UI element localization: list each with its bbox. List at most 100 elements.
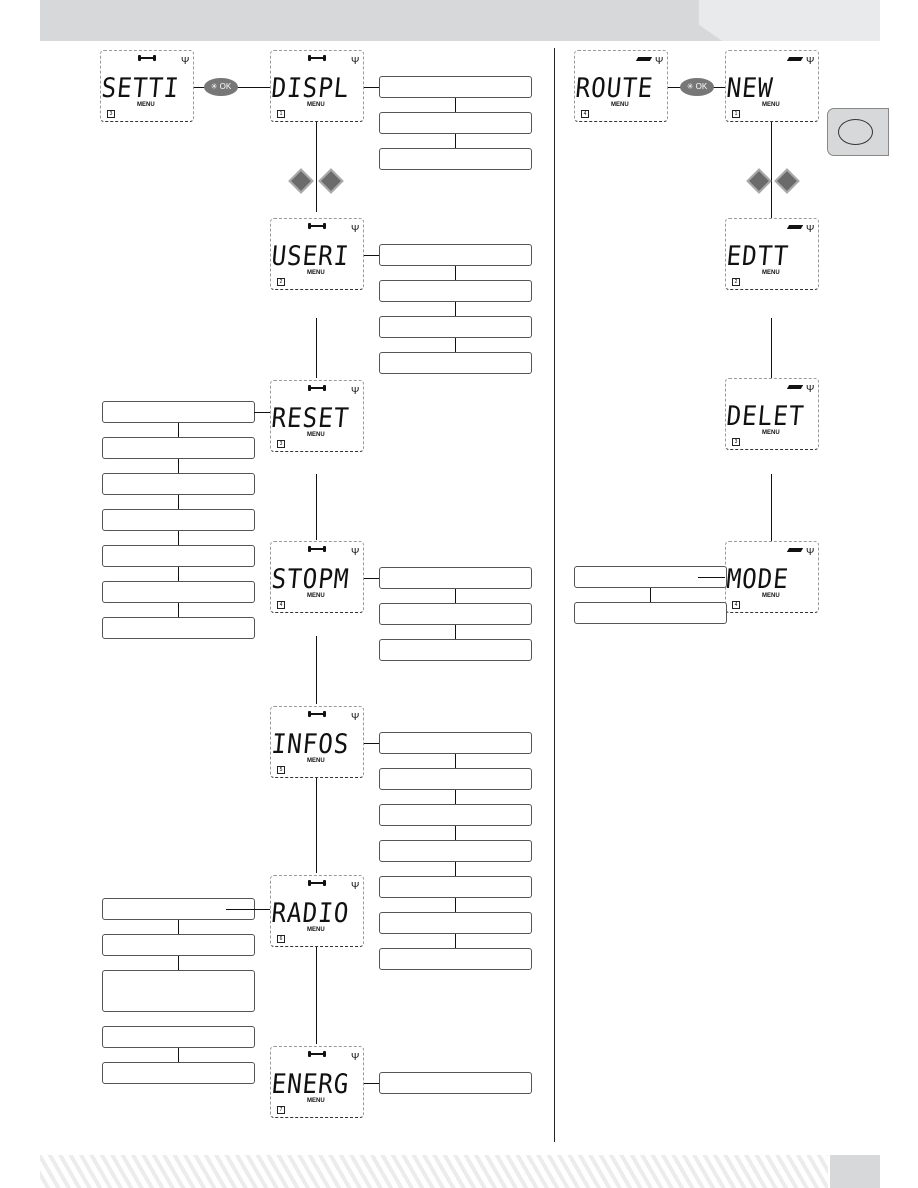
menu-option-box[interactable] — [379, 567, 532, 589]
lcd-menu-label: MENU — [307, 102, 325, 108]
lcd-menu-label: MENU — [762, 102, 780, 108]
signal-antenna-icon: Ψ — [806, 384, 815, 395]
menu-option-box[interactable] — [379, 244, 532, 266]
lcd-screen: Ψ ENERG MENU 7 — [270, 1046, 364, 1118]
lcd-text: INFOS — [270, 729, 351, 760]
menu-option-box[interactable] — [379, 352, 532, 374]
lcd-text: RESET — [270, 403, 351, 434]
menu-option-box[interactable] — [379, 732, 532, 754]
lcd-index: 6 — [277, 935, 285, 943]
menu-option-box[interactable] — [102, 401, 255, 423]
column-divider — [554, 48, 555, 1142]
menu-option-box[interactable] — [102, 1026, 255, 1048]
signal-antenna-icon: Ψ — [655, 56, 664, 67]
menu-option-box[interactable] — [379, 768, 532, 790]
menu-option-box[interactable] — [379, 1072, 532, 1094]
connector — [316, 636, 317, 704]
lcd-index: 4 — [277, 601, 285, 609]
connector — [771, 318, 772, 378]
connector — [455, 826, 456, 840]
lcd-screen: Ψ EDTT MENU 2 — [725, 218, 819, 290]
connector — [364, 87, 379, 88]
nav-left-icon[interactable] — [746, 168, 772, 194]
menu-option-box[interactable] — [102, 581, 255, 603]
lcd-index: 3 — [277, 440, 285, 448]
connector — [455, 754, 456, 768]
ok-button[interactable]: ✳ OK — [680, 78, 714, 96]
connector — [178, 423, 179, 437]
menu-option-box[interactable] — [102, 545, 255, 567]
lcd-index: 2 — [732, 278, 740, 286]
menu-option-box[interactable] — [379, 603, 532, 625]
menu-option-box[interactable] — [379, 639, 532, 661]
menu-option-box[interactable] — [379, 804, 532, 826]
connector — [455, 589, 456, 603]
connector — [455, 625, 456, 639]
menu-option-box[interactable] — [379, 148, 532, 170]
menu-option-box[interactable] — [102, 970, 255, 1012]
connector — [455, 862, 456, 876]
lcd-index: 1 — [277, 110, 285, 118]
menu-option-box[interactable] — [379, 912, 532, 934]
signal-antenna-icon: Ψ — [806, 56, 815, 67]
connector — [455, 790, 456, 804]
menu-option-box[interactable] — [102, 1062, 255, 1084]
wrench-icon — [308, 711, 326, 717]
connector — [455, 338, 456, 352]
menu-option-box[interactable] — [379, 840, 532, 862]
ok-button[interactable]: ✳ OK — [204, 78, 238, 96]
connector — [364, 743, 379, 744]
lcd-menu-label: MENU — [307, 758, 325, 764]
nav-left-icon[interactable] — [288, 168, 314, 194]
nav-right-icon[interactable] — [318, 168, 344, 194]
nav-right-icon[interactable] — [774, 168, 800, 194]
wrench-icon — [308, 223, 326, 229]
signal-antenna-icon: Ψ — [351, 1052, 360, 1063]
menu-option-box[interactable] — [379, 280, 532, 302]
lcd-screen: Ψ RESET MENU 3 — [270, 380, 364, 452]
lcd-menu-label: MENU — [762, 430, 780, 436]
connector — [455, 302, 456, 316]
menu-option-box[interactable] — [574, 602, 727, 624]
menu-option-box[interactable] — [379, 876, 532, 898]
menu-option-box[interactable] — [102, 473, 255, 495]
wrench-icon — [138, 55, 156, 61]
menu-option-box[interactable] — [102, 509, 255, 531]
signal-antenna-icon: Ψ — [806, 224, 815, 235]
lcd-index: 2 — [277, 278, 285, 286]
lcd-menu-label: MENU — [307, 593, 325, 599]
lcd-index: 4 — [581, 110, 589, 118]
menu-option-box[interactable] — [102, 934, 255, 956]
menu-option-box[interactable] — [102, 437, 255, 459]
wrench-icon — [308, 546, 326, 552]
connector — [178, 567, 179, 581]
route-icon — [635, 57, 653, 61]
connector — [316, 474, 317, 540]
lcd-route: Ψ ROUTE MENU 4 — [574, 50, 668, 122]
lcd-text: EDTT — [725, 241, 791, 272]
lcd-index: 1 — [732, 110, 740, 118]
lcd-text: DELET — [725, 401, 806, 432]
page-footer-stripes — [40, 1155, 828, 1188]
route-icon — [786, 225, 804, 229]
menu-option-box[interactable] — [102, 617, 255, 639]
connector — [455, 134, 456, 148]
lcd-text: ROUTE — [574, 73, 655, 104]
connector — [316, 318, 317, 378]
lcd-text: NEW — [725, 73, 775, 104]
connector — [178, 1048, 179, 1062]
wrench-icon — [308, 55, 326, 61]
wrench-icon — [308, 1051, 326, 1057]
lcd-screen: Ψ DISPL MENU 1 — [270, 50, 364, 122]
menu-option-box[interactable] — [379, 76, 532, 98]
lcd-setti: Ψ SETTI MENU 3 — [100, 50, 194, 122]
connector — [178, 956, 179, 970]
signal-antenna-icon: Ψ — [351, 881, 360, 892]
signal-antenna-icon: Ψ — [351, 386, 360, 397]
lcd-screen: Ψ NEW MENU 1 — [725, 50, 819, 122]
signal-antenna-icon: Ψ — [351, 56, 360, 67]
lcd-menu-label: MENU — [307, 270, 325, 276]
menu-option-box[interactable] — [379, 316, 532, 338]
menu-option-box[interactable] — [379, 112, 532, 134]
menu-option-box[interactable] — [379, 948, 532, 970]
